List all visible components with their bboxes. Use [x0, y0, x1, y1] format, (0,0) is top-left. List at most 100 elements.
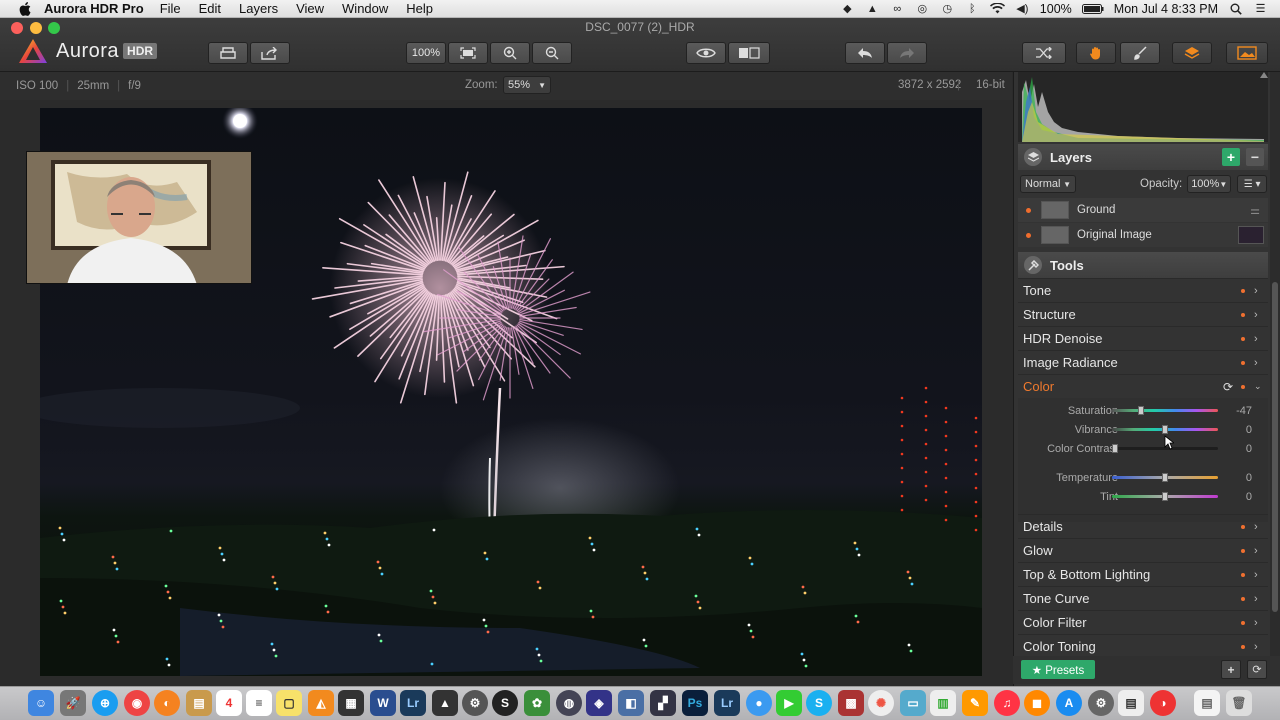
slider-value[interactable]: 0	[1222, 443, 1252, 455]
stickies-icon[interactable]: ▢	[276, 690, 302, 716]
tool-color-filter[interactable]: Color Filter ›	[1018, 610, 1268, 634]
menu-view[interactable]: View	[296, 1, 324, 16]
panel-scrollbar[interactable]	[1270, 72, 1280, 656]
tool-structure[interactable]: Structure ›	[1018, 302, 1268, 326]
share-button[interactable]	[250, 42, 290, 64]
itunes-icon[interactable]: ♫	[994, 690, 1020, 716]
slider-value[interactable]: 0	[1222, 472, 1252, 484]
app-icon[interactable]: ✿	[524, 690, 550, 716]
wifi-icon[interactable]	[989, 3, 1005, 15]
tool-tone[interactable]: Tone ›	[1018, 278, 1268, 302]
saturation-slider[interactable]: Saturation -47	[1018, 401, 1268, 420]
brush-tool-button[interactable]	[1120, 42, 1160, 64]
layer-settings-icon[interactable]: ⚌	[1250, 204, 1260, 217]
lightroom-icon[interactable]: Lr	[714, 690, 740, 716]
lightroom-icon[interactable]: Lr	[400, 690, 426, 716]
menu-help[interactable]: Help	[406, 1, 433, 16]
fit-screen-button[interactable]	[448, 42, 488, 64]
zoom-select[interactable]: 55% ▼	[503, 76, 551, 94]
time-machine-icon[interactable]: ◷	[940, 3, 955, 15]
bluetooth-icon[interactable]: ᛒ	[965, 3, 980, 15]
histogram-panel-button[interactable]	[1226, 42, 1268, 64]
spotlight-search-icon[interactable]	[1228, 3, 1243, 15]
app-icon[interactable]: ◑	[1150, 690, 1176, 716]
finder-icon[interactable]: ☺	[28, 690, 54, 716]
reset-icon[interactable]: ⟳	[1223, 380, 1233, 394]
volume-icon[interactable]: ◀)	[1015, 3, 1030, 15]
slider-handle[interactable]	[1162, 473, 1168, 482]
vibrance-slider[interactable]: Vibrance 0	[1018, 420, 1268, 439]
preview-icon[interactable]: ◭	[308, 690, 334, 716]
tool-glow[interactable]: Glow ›	[1018, 538, 1268, 562]
refresh-icon[interactable]: ⟳	[1247, 660, 1267, 679]
shuffle-button[interactable]	[1022, 42, 1066, 64]
layer-row[interactable]: Ground ⚌	[1018, 198, 1268, 222]
app-icon[interactable]: ▤	[1118, 690, 1144, 716]
clock[interactable]: Mon Jul 4 8:33 PM	[1114, 2, 1218, 16]
dropbox-icon[interactable]: ◆	[840, 3, 855, 15]
scrollbar-thumb[interactable]	[1272, 282, 1278, 612]
notes-icon[interactable]: ≡	[246, 690, 272, 716]
drive-icon[interactable]: ▲	[865, 3, 880, 15]
downloads-icon[interactable]: ▤	[1194, 690, 1220, 716]
launchpad-icon[interactable]: 🚀	[60, 690, 86, 716]
preview-toggle-button[interactable]	[686, 42, 726, 64]
menu-window[interactable]: Window	[342, 1, 388, 16]
facetime-icon[interactable]: ▶	[776, 690, 802, 716]
skype-icon[interactable]: S	[806, 690, 832, 716]
app-icon[interactable]: ◧	[618, 690, 644, 716]
pages-icon[interactable]: ✎	[962, 690, 988, 716]
slider-handle[interactable]	[1112, 444, 1118, 453]
blend-mode-select[interactable]: Normal ▼	[1020, 175, 1076, 193]
trash-icon[interactable]: 🗑	[1226, 690, 1252, 716]
apple-menu-icon[interactable]	[18, 1, 32, 16]
app-icon[interactable]: ◍	[556, 690, 582, 716]
tool-top-bottom-lighting[interactable]: Top & Bottom Lighting ›	[1018, 562, 1268, 586]
app-store-icon[interactable]: A	[1056, 690, 1082, 716]
remove-layer-button[interactable]: −	[1246, 148, 1264, 166]
opacity-select[interactable]: 100% ▼	[1187, 175, 1232, 193]
chrome-icon[interactable]: ◉	[124, 690, 150, 716]
sync-icon[interactable]: ◎	[915, 3, 930, 15]
hand-tool-button[interactable]	[1076, 42, 1116, 64]
layer-visibility-dot[interactable]	[1026, 207, 1031, 213]
slider-handle[interactable]	[1162, 425, 1168, 434]
photos-icon[interactable]: ✺	[868, 690, 894, 716]
slider-value[interactable]: 0	[1222, 424, 1252, 436]
add-layer-button[interactable]: +	[1222, 148, 1240, 166]
firefox-icon[interactable]: ◐	[154, 690, 180, 716]
slider-handle[interactable]	[1138, 406, 1144, 415]
tool-hdr-denoise[interactable]: HDR Denoise ›	[1018, 326, 1268, 350]
menu-file[interactable]: File	[160, 1, 181, 16]
notification-center-icon[interactable]: ☰	[1253, 3, 1268, 15]
keynote-icon[interactable]: ▭	[900, 690, 926, 716]
undo-button[interactable]	[845, 42, 885, 64]
numbers-icon[interactable]: ▥	[930, 690, 956, 716]
app-menu[interactable]: Aurora HDR Pro	[44, 1, 144, 16]
ibooks-icon[interactable]: ◼	[1024, 690, 1050, 716]
layer-row[interactable]: Original Image	[1018, 223, 1268, 247]
system-preferences-icon[interactable]: ⚙	[1088, 690, 1114, 716]
menu-edit[interactable]: Edit	[199, 1, 221, 16]
presets-button[interactable]: ★ Presets	[1021, 660, 1095, 679]
gear-icon[interactable]: ⚙	[462, 690, 488, 716]
tool-details[interactable]: Details ›	[1018, 514, 1268, 538]
temperature-slider[interactable]: Temperature 0	[1018, 468, 1268, 487]
zoom-100-button[interactable]: 100%	[406, 42, 446, 64]
slider-track[interactable]	[1112, 409, 1218, 412]
layer-menu-button[interactable]: ☰ ▾	[1237, 175, 1268, 193]
calendar-icon[interactable]: 4	[216, 690, 242, 716]
zoom-out-button[interactable]	[532, 42, 572, 64]
word-app-icon[interactable]: W	[370, 690, 396, 716]
compare-button[interactable]	[728, 42, 770, 64]
layer-visibility-dot[interactable]	[1026, 232, 1031, 238]
messages-icon[interactable]: ●	[746, 690, 772, 716]
slider-value[interactable]: 0	[1222, 491, 1252, 503]
add-preset-button[interactable]: +	[1221, 660, 1241, 679]
slider-handle[interactable]	[1162, 492, 1168, 501]
slider-value[interactable]: -47	[1222, 405, 1252, 417]
photoshop-icon[interactable]: Ps	[682, 690, 708, 716]
color-contrast-slider[interactable]: Color Contrast 0	[1018, 439, 1268, 458]
creative-cloud-icon[interactable]: ∞	[890, 3, 905, 15]
tool-color-toning[interactable]: Color Toning ›	[1018, 634, 1268, 658]
